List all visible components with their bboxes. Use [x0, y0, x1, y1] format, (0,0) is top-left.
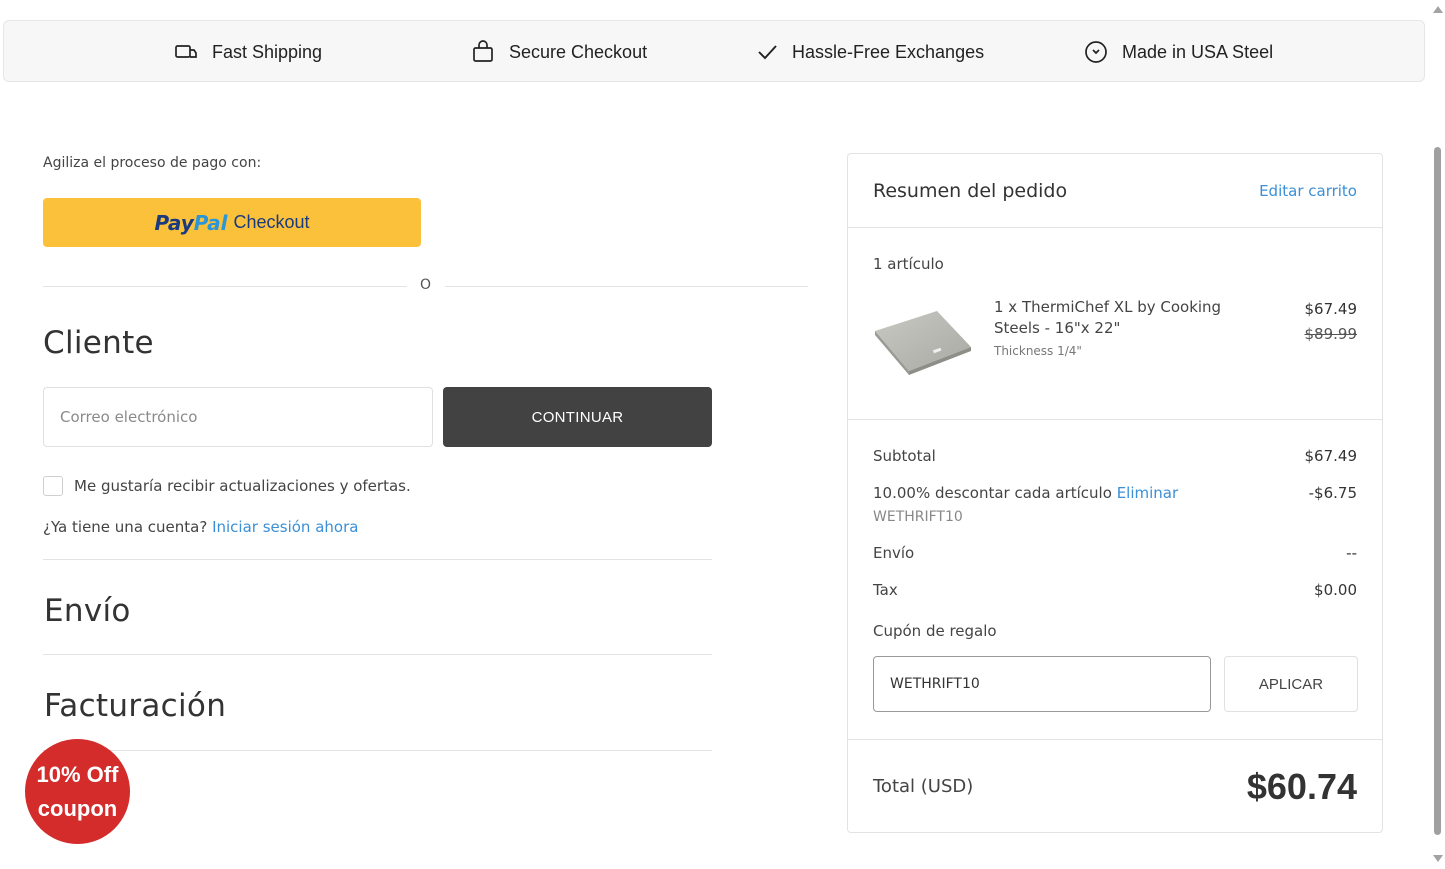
paypal-logo: PayPal [154, 210, 228, 235]
scroll-down-icon[interactable] [1433, 855, 1443, 862]
product-option: Thickness 1/4" [994, 344, 1082, 358]
truck-icon [175, 45, 197, 58]
scroll-up-icon[interactable] [1433, 6, 1443, 13]
trust-bar: Fast Shipping Secure Checkout Hassle-Fre… [3, 20, 1425, 82]
email-input[interactable] [43, 387, 433, 447]
product-original-price: $89.99 [1304, 325, 1358, 343]
gift-coupon-input[interactable] [873, 656, 1211, 712]
product-name: 1 x ThermiChef XL by Cooking Steels - 16… [994, 298, 1222, 337]
discount-label: 10.00% descontar cada artículo [873, 484, 1112, 502]
product-price: $67.49 [1304, 300, 1358, 318]
newsletter-label: Me gustaría recibir actualizaciones y of… [74, 477, 411, 495]
divider [43, 750, 712, 751]
discount-row: 10.00% descontar cada artículo Eliminar [873, 484, 1178, 502]
trust-label: Secure Checkout [509, 41, 648, 62]
shipping-section-title[interactable]: Envío [44, 593, 131, 629]
divider [445, 286, 808, 287]
trust-item-secure-checkout: Secure Checkout [471, 21, 647, 83]
trust-item-usa-steel: Made in USA Steel [1084, 21, 1273, 83]
newsletter-checkbox[interactable] [43, 476, 63, 496]
paypal-checkout-label: Checkout [233, 212, 310, 232]
trust-label: Made in USA Steel [1122, 41, 1274, 62]
divider [848, 227, 1382, 228]
subtotal-value: $67.49 [1304, 447, 1358, 465]
account-prompt-text: ¿Ya tiene una cuenta? [43, 518, 208, 536]
scrollbar[interactable] [1429, 0, 1445, 869]
divider [43, 654, 712, 655]
divider [848, 739, 1382, 740]
order-summary: Resumen del pedido Editar carrito 1 artí… [847, 153, 1383, 833]
scrollbar-thumb[interactable] [1434, 147, 1441, 835]
total-label: Total (USD) [873, 776, 974, 797]
arrow-circle-icon [1085, 41, 1107, 63]
subtotal-label: Subtotal [873, 447, 936, 465]
billing-section-title[interactable]: Facturación [44, 688, 226, 724]
shipping-value: -- [1346, 544, 1357, 562]
coupon-badge[interactable]: 10% Off coupon [25, 739, 130, 844]
shipping-label: Envío [873, 544, 915, 562]
remove-discount-link[interactable]: Eliminar [1117, 484, 1178, 502]
tax-label: Tax [873, 581, 898, 599]
trust-item-exchanges: Hassle-Free Exchanges [756, 21, 984, 83]
paypal-checkout-button[interactable]: PayPal Checkout [43, 198, 421, 247]
product-image [875, 311, 971, 375]
login-link[interactable]: Iniciar sesión ahora [212, 518, 358, 536]
continue-button[interactable]: CONTINUAR [443, 387, 712, 447]
checkmark-icon [758, 45, 777, 60]
trust-label: Hassle-Free Exchanges [792, 41, 985, 62]
express-checkout-label: Agiliza el proceso de pago con: [43, 155, 262, 171]
divider [43, 559, 712, 560]
edit-cart-link[interactable]: Editar carrito [1259, 182, 1357, 200]
gift-coupon-label: Cupón de regalo [873, 622, 997, 640]
or-separator: O [420, 277, 432, 293]
divider [43, 286, 407, 287]
trust-label: Fast Shipping [212, 41, 323, 62]
summary-title: Resumen del pedido [873, 180, 1068, 202]
customer-section-title: Cliente [43, 325, 154, 361]
divider [848, 419, 1382, 420]
trust-item-fast-shipping: Fast Shipping [174, 21, 322, 83]
discount-value: -$6.75 [1308, 484, 1357, 502]
apply-coupon-button[interactable]: APLICAR [1224, 656, 1358, 712]
item-count: 1 artículo [873, 255, 944, 273]
shopping-bag-icon [473, 40, 493, 62]
coupon-badge-line1: 10% Off [36, 761, 119, 787]
account-prompt: ¿Ya tiene una cuenta? Iniciar sesión aho… [43, 518, 358, 536]
discount-code: WETHRIFT10 [873, 509, 963, 525]
coupon-badge-line2: coupon [37, 795, 118, 821]
tax-value: $0.00 [1314, 581, 1357, 599]
total-value: $60.74 [1246, 766, 1357, 807]
